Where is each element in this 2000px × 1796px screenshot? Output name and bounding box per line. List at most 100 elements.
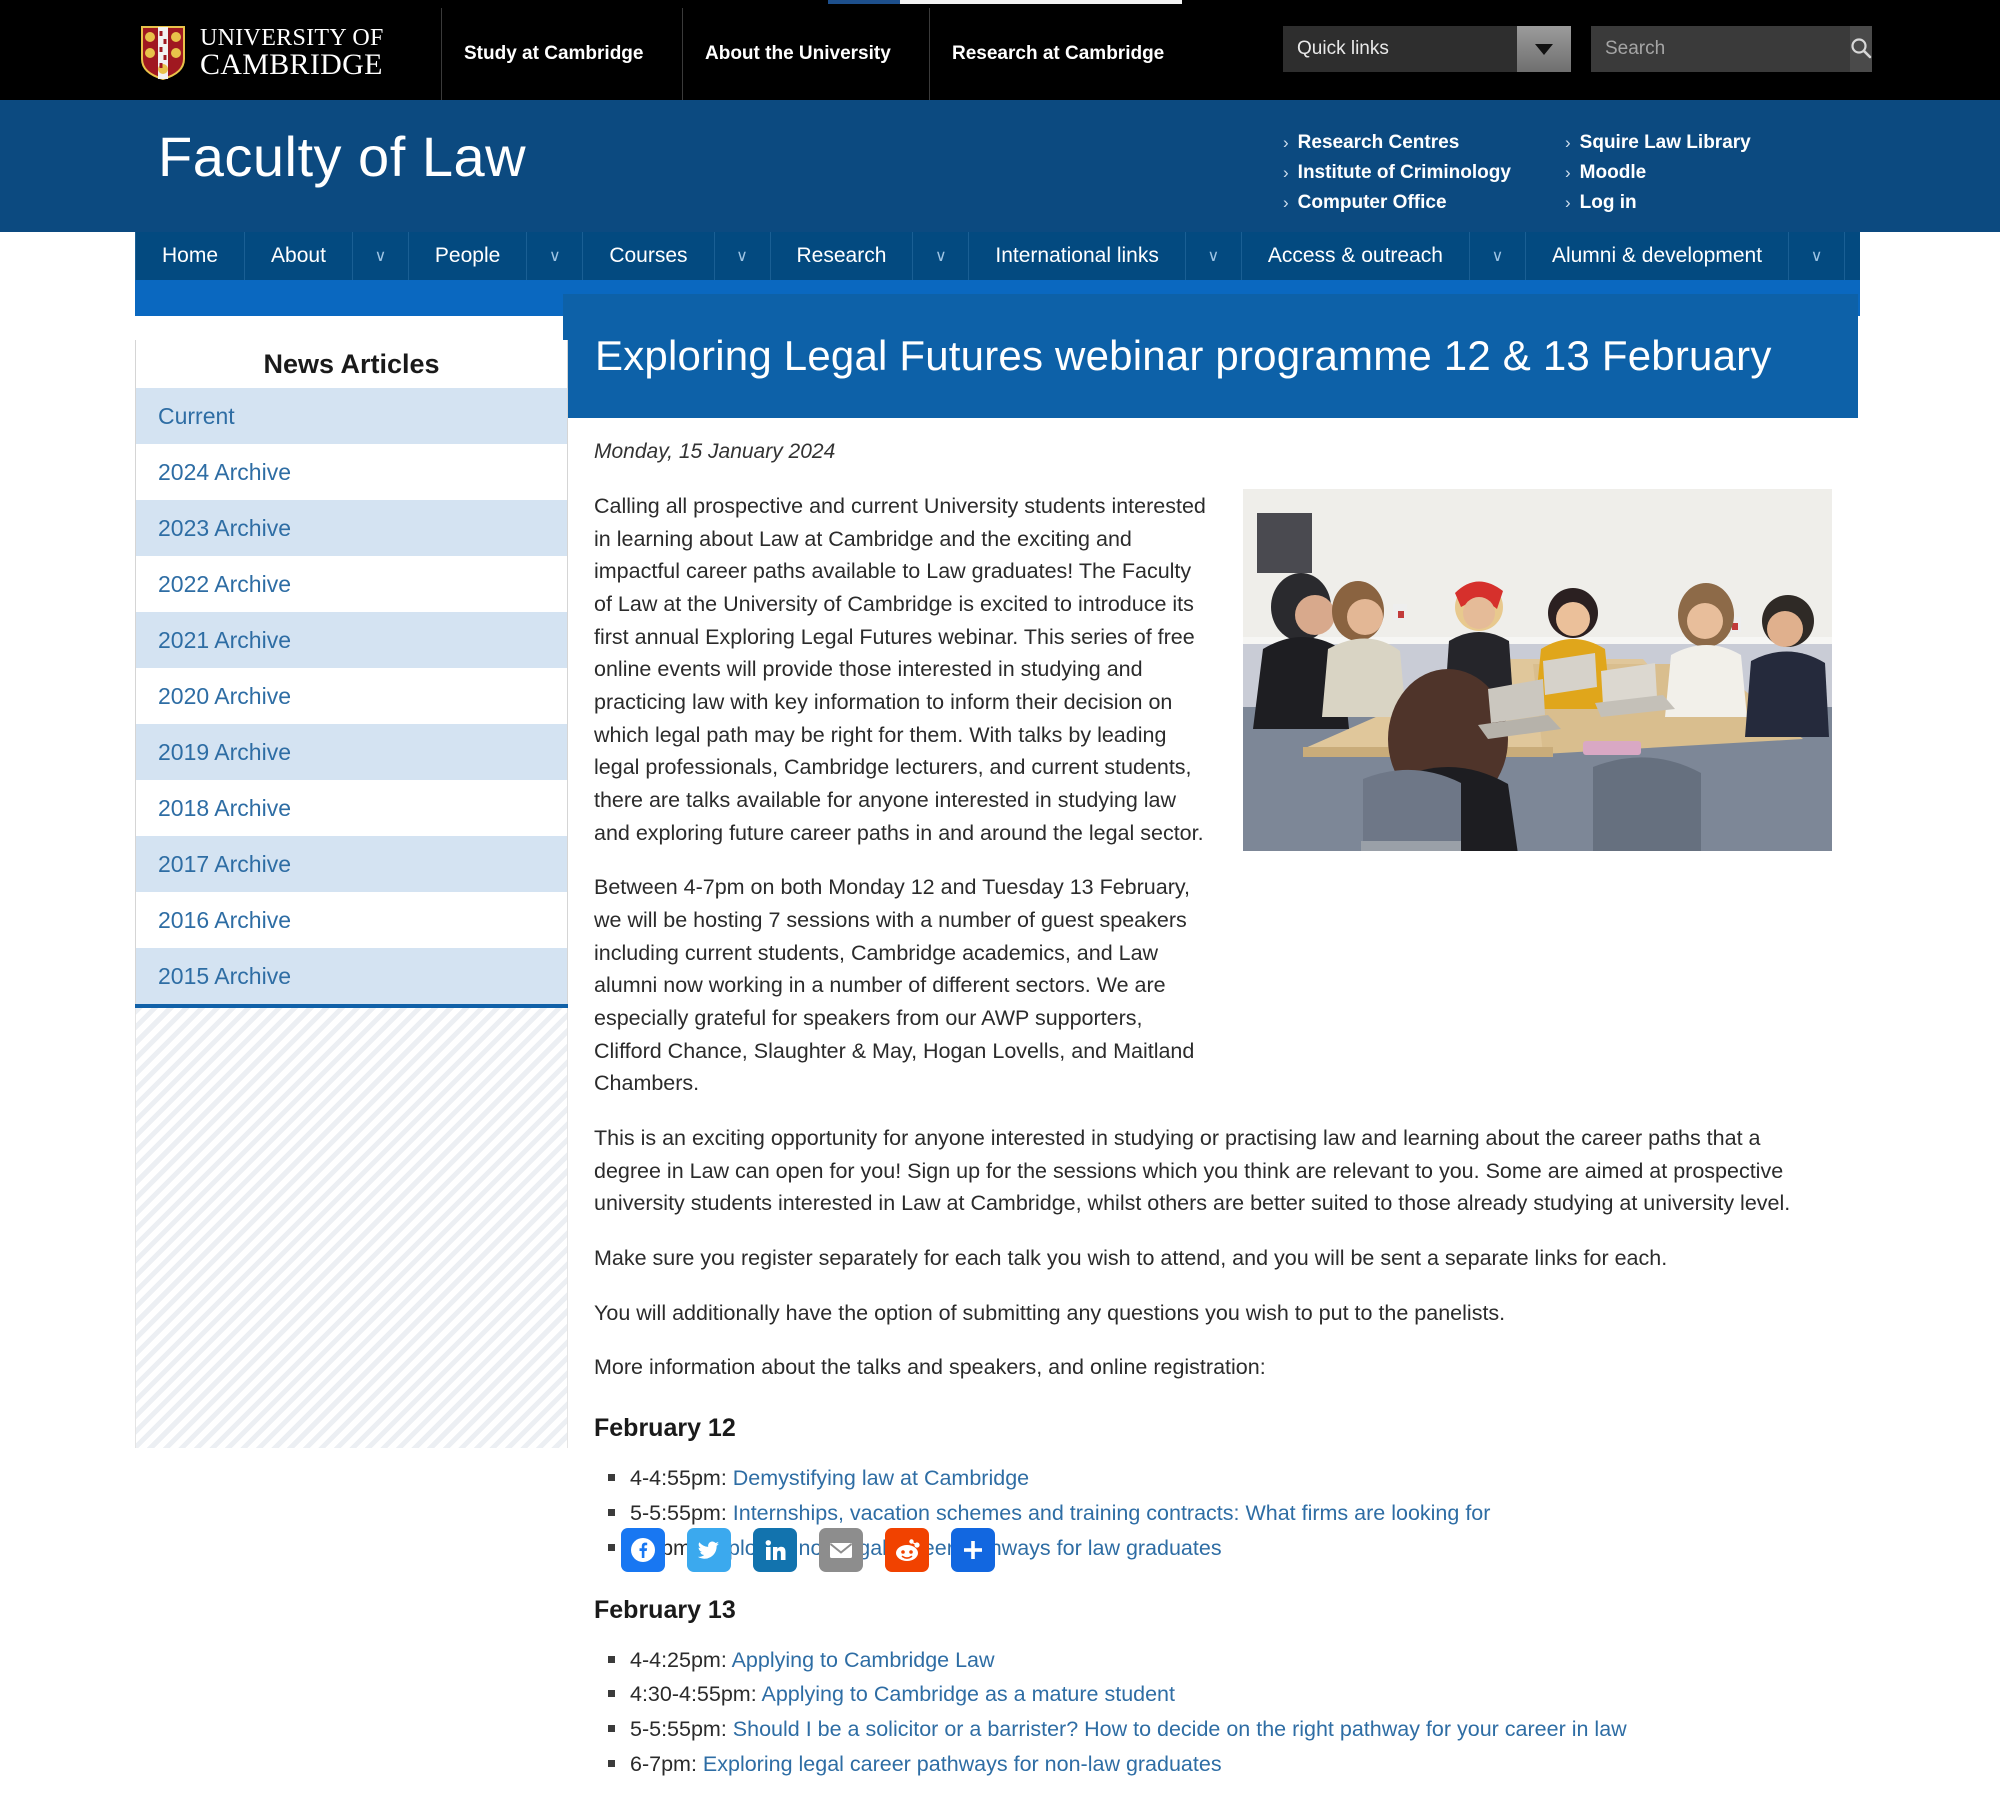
faculty-links-column-2: › Squire Law Library › Moodle › Log in [1565, 128, 1751, 218]
article-paragraph-4: Make sure you register separately for ea… [594, 1246, 1668, 1271]
session-time: 5-5:55pm: [630, 1500, 733, 1525]
share-more-button[interactable] [951, 1528, 995, 1572]
session-time: 4-4:25pm: [630, 1647, 732, 1672]
chevron-down-icon-international-links[interactable]: ∨ [1186, 232, 1242, 280]
university-wordmark-line2: CAMBRIDGE [200, 48, 383, 82]
session-item: 4:30-4:55pm: Applying to Cambridge as a … [608, 1677, 1832, 1712]
sidebar-item-2022-archive[interactable]: 2022 Archive [135, 556, 568, 612]
article-paragraph-1: Calling all prospective and current Univ… [594, 494, 1206, 845]
session-link[interactable]: Exploring legal career pathways for non-… [703, 1752, 1222, 1776]
nav-item-people[interactable]: People [409, 232, 528, 280]
faculty-link-computer-office[interactable]: › Computer Office [1283, 188, 1511, 218]
search-icon [1850, 37, 1872, 62]
article-body: Monday, 15 January 2024 Calling all pros… [594, 440, 1832, 1796]
faculty-link-moodle[interactable]: › Moodle [1565, 158, 1751, 188]
chevron-right-icon: › [1283, 193, 1289, 212]
cambridge-crest-icon [140, 25, 186, 81]
chevron-right-icon: › [1565, 193, 1571, 212]
sidebar-item-2018-archive[interactable]: 2018 Archive [135, 780, 568, 836]
session-link[interactable]: Applying to Cambridge Law [732, 1648, 995, 1672]
faculty-link-label: Institute of Criminology [1297, 162, 1511, 183]
session-link[interactable]: Internships, vacation schemes and traini… [733, 1501, 1491, 1525]
share-twitter-button[interactable] [687, 1528, 731, 1572]
session-item: 4-4:25pm: Applying to Cambridge Law [608, 1643, 1832, 1678]
uni-nav-research-at-cambridge[interactable]: Research at Cambridge [929, 8, 1186, 100]
session-link[interactable]: Demystifying law at Cambridge [733, 1466, 1029, 1490]
sidebar-item-2021-archive[interactable]: 2021 Archive [135, 612, 568, 668]
heading-february-13: February 13 [594, 1595, 736, 1624]
faculty-link-label: Research Centres [1297, 132, 1460, 153]
share-reddit-button[interactable] [885, 1528, 929, 1572]
page-title: Exploring Legal Futures webinar programm… [595, 332, 1772, 379]
chevron-down-icon-research[interactable]: ∨ [913, 232, 970, 280]
chevron-right-icon: › [1283, 133, 1289, 152]
session-item: 5-5:55pm: Internships, vacation schemes … [608, 1496, 1832, 1531]
linkedin-icon [760, 1535, 790, 1565]
university-top-bar: UNIVERSITY OF CAMBRIDGE Study at Cambrid… [0, 4, 2000, 100]
session-link[interactable]: Should I be a solicitor or a barrister? … [733, 1717, 1627, 1741]
faculty-link-squire-law-library[interactable]: › Squire Law Library [1565, 128, 1751, 158]
nav-item-access-outreach[interactable]: Access & outreach [1242, 232, 1470, 280]
nav-item-home[interactable]: Home [135, 232, 246, 280]
nav-item-courses[interactable]: Courses [583, 232, 715, 280]
sidebar-item-2015-archive[interactable]: 2015 Archive [135, 948, 568, 1004]
heading-february-12: February 12 [594, 1414, 736, 1443]
chevron-down-icon-about[interactable]: ∨ [353, 232, 409, 280]
sidebar-item-2023-archive[interactable]: 2023 Archive [135, 500, 568, 556]
uni-nav-about-the-university[interactable]: About the University [682, 8, 913, 100]
search-box[interactable] [1591, 26, 1872, 72]
faculty-link-label: Moodle [1579, 162, 1647, 183]
session-time: 4-4:55pm: [630, 1466, 733, 1491]
university-logo[interactable]: UNIVERSITY OF CAMBRIDGE [140, 18, 384, 88]
faculty-link-research-centres[interactable]: › Research Centres [1283, 128, 1511, 158]
sidebar-heading: News Articles [135, 340, 568, 388]
university-wordmark-line1: UNIVERSITY OF [200, 24, 384, 51]
sidebar-item-2024-archive[interactable]: 2024 Archive [135, 444, 568, 500]
nav-item-international-links[interactable]: International links [969, 232, 1186, 280]
chevron-down-icon-access-outreach[interactable]: ∨ [1470, 232, 1526, 280]
share-facebook-button[interactable] [621, 1528, 665, 1572]
session-link[interactable]: Applying to Cambridge as a mature studen… [761, 1682, 1175, 1706]
nav-item-alumni-development[interactable]: Alumni & development [1526, 232, 1790, 280]
chevron-down-icon[interactable] [1517, 26, 1571, 72]
search-submit-button[interactable] [1850, 26, 1872, 72]
session-time: 6-7pm: [630, 1752, 703, 1777]
university-wordmark: UNIVERSITY OF CAMBRIDGE [200, 24, 384, 82]
article-paragraph-2: Between 4-7pm on both Monday 12 and Tues… [594, 875, 1195, 1096]
twitter-icon [694, 1535, 724, 1565]
share-linkedin-button[interactable] [753, 1528, 797, 1572]
sidebar-item-current[interactable]: Current [135, 388, 568, 444]
search-input[interactable] [1591, 26, 1850, 72]
sidebar-hatched-filler [135, 1008, 568, 1448]
chevron-right-icon: › [1283, 163, 1289, 182]
sidebar-item-2020-archive[interactable]: 2020 Archive [135, 668, 568, 724]
uni-nav-study-at-cambridge[interactable]: Study at Cambridge [441, 8, 665, 100]
quick-links-label: Quick links [1297, 38, 1389, 59]
share-email-button[interactable] [819, 1528, 863, 1572]
faculty-link-log-in[interactable]: › Log in [1565, 188, 1751, 218]
chevron-right-icon: › [1565, 133, 1571, 152]
chevron-right-icon: › [1565, 163, 1571, 182]
social-share-bar [621, 1528, 995, 1572]
article-paragraph-6: More information about the talks and spe… [594, 1355, 1266, 1380]
email-icon [826, 1535, 856, 1565]
session-time: 5-5:55pm: [630, 1717, 733, 1742]
quick-links-dropdown[interactable]: Quick links [1283, 26, 1571, 72]
faculty-links-column-1: › Research Centres › Institute of Crimin… [1283, 128, 1511, 218]
article-date: Monday, 15 January 2024 [594, 440, 836, 463]
sidebar-item-2019-archive[interactable]: 2019 Archive [135, 724, 568, 780]
main-navigation: Home About ∨ People ∨ Courses ∨ Research… [135, 232, 1860, 280]
chevron-down-icon-alumni-development[interactable]: ∨ [1789, 232, 1846, 280]
nav-item-research[interactable]: Research [771, 232, 914, 280]
article-paragraph-5: You will additionally have the option of… [594, 1300, 1506, 1325]
news-articles-sidebar: News Articles Current 2024 Archive 2023 … [135, 340, 568, 1448]
sidebar-item-2016-archive[interactable]: 2016 Archive [135, 892, 568, 948]
page-title-banner: Exploring Legal Futures webinar programm… [563, 294, 1858, 418]
chevron-down-icon-courses[interactable]: ∨ [715, 232, 771, 280]
faculty-title[interactable]: Faculty of Law [158, 124, 526, 189]
sidebar-item-2017-archive[interactable]: 2017 Archive [135, 836, 568, 892]
faculty-link-label: Squire Law Library [1579, 132, 1751, 153]
nav-item-about[interactable]: About [245, 232, 353, 280]
chevron-down-icon-people[interactable]: ∨ [527, 232, 584, 280]
faculty-link-institute-of-criminology[interactable]: › Institute of Criminology [1283, 158, 1511, 188]
